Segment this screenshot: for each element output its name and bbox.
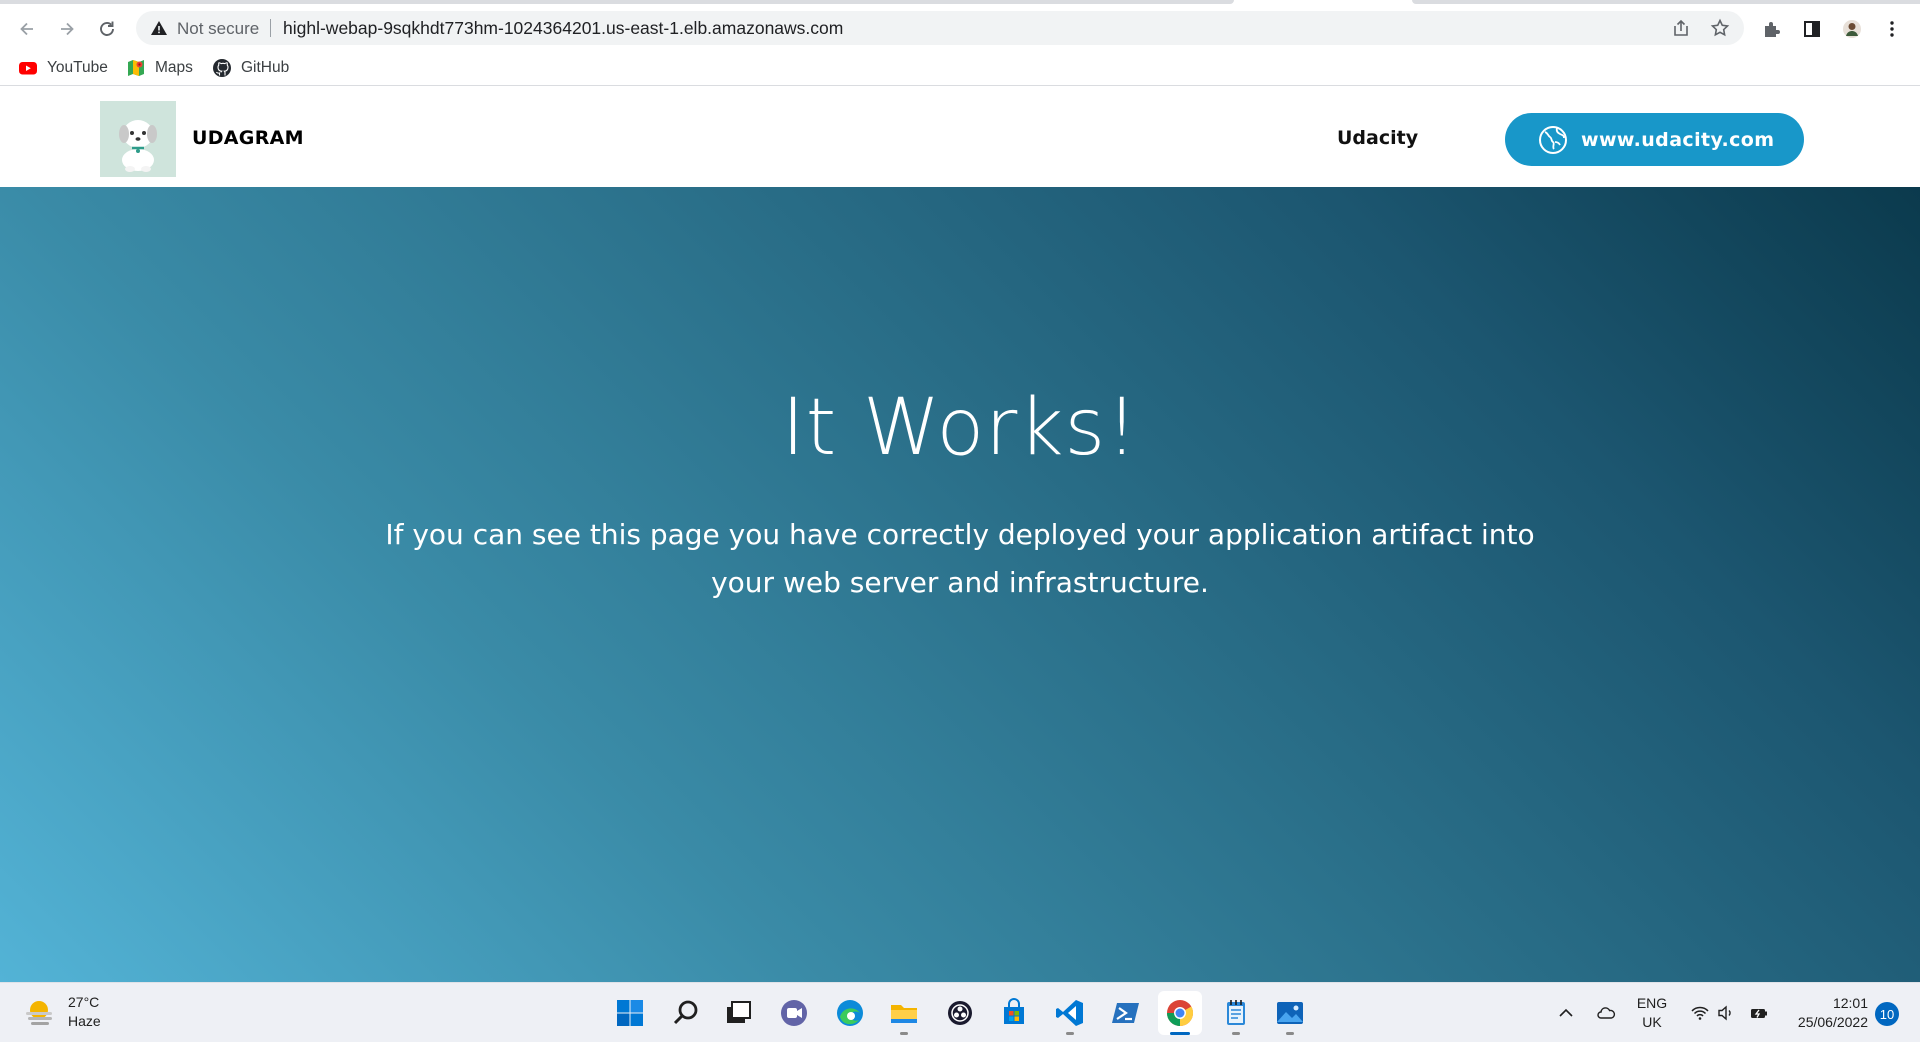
site-logo[interactable] [100,101,176,177]
powershell-icon [1112,1003,1139,1023]
teams-chat-icon [781,1000,807,1026]
wifi-icon [1691,1006,1709,1020]
side-panel-button[interactable] [1797,14,1827,44]
nav-link-udacity[interactable]: Udacity [1337,127,1418,149]
taskbar-app-powershell[interactable] [1104,991,1148,1035]
chrome-icon [1166,1000,1194,1027]
globe-icon [1539,125,1567,154]
show-hidden-icons-button[interactable] [1554,983,1578,1042]
vscode-icon [1056,1000,1083,1026]
notepad-icon [1227,1000,1245,1025]
profile-button[interactable] [1837,14,1867,44]
clock-time: 12:01 [1832,995,1868,1011]
reload-button[interactable] [92,14,122,44]
windows-taskbar: 27°C Haze ENG UK 12:01 25/06/2022 10 [0,982,1920,1042]
share-icon[interactable] [1671,18,1691,38]
more-vertical-icon [1890,21,1894,37]
language-code: ENG [1636,995,1668,1011]
weather-widget[interactable]: 27°C Haze [22,993,101,1031]
wifi-tray[interactable] [1688,983,1712,1042]
puppy-logo-icon [119,120,157,172]
language-indicator[interactable]: ENG UK [1632,983,1672,1042]
taskbar-app-edge[interactable] [828,991,872,1035]
github-icon [213,59,231,77]
bookmark-label: GitHub [241,59,290,76]
site-header: UDAGRAM Udacity www.udacity.com [0,91,1920,187]
running-indicator [900,1032,908,1035]
taskbar-app-vscode[interactable] [1048,991,1092,1035]
bookmark-maps[interactable]: Maps [126,57,193,79]
running-indicator [1066,1032,1074,1035]
bookmark-youtube[interactable]: YouTube [18,57,108,79]
side-panel-icon [1804,21,1820,37]
task-view-icon [727,1001,751,1023]
obs-icon [948,1001,972,1025]
keyboard-region: UK [1642,1014,1662,1030]
tab-edge-right [1412,0,1920,4]
bookmark-label: YouTube [47,59,108,76]
browser-toolbar: Not secure highl-webap-9sqkhdt773hm-1024… [0,8,1920,48]
taskbar-app-obs[interactable] [938,991,982,1035]
photos-icon [1277,1002,1303,1024]
hero-description: If you can see this page you have correc… [385,518,1535,599]
arrow-right-icon [61,22,74,36]
clock-date: 25/06/2022 [1797,1014,1868,1030]
taskbar-app-file-explorer[interactable] [882,991,926,1035]
puzzle-icon [1765,22,1780,37]
store-icon [1004,998,1024,1024]
edge-icon [837,1000,863,1026]
brand-name[interactable]: UDAGRAM [192,127,304,149]
bookmark-star-icon[interactable] [1710,18,1730,38]
onedrive-tray[interactable] [1592,983,1620,1042]
system-clock[interactable]: 12:01 25/06/2022 [1780,994,1868,1032]
warning-icon [151,21,167,35]
cloud-icon [1597,1007,1616,1019]
forward-button[interactable] [52,14,82,44]
bookmark-github[interactable]: GitHub [212,57,289,79]
weather-temperature: 27°C [68,994,100,1010]
chevron-up-icon [1559,1008,1573,1017]
active-indicator [1170,1032,1190,1035]
taskbar-search[interactable] [664,991,708,1035]
volume-tray[interactable] [1714,983,1738,1042]
notification-count-badge[interactable]: 10 [1875,1002,1899,1026]
taskbar-app-chrome[interactable] [1158,991,1202,1035]
youtube-icon [19,62,37,75]
bookmarks-bar: YouTube Maps GitHub [0,50,1920,86]
battery-tray[interactable] [1746,983,1772,1042]
search-icon [673,1000,698,1025]
hero-section: It Works! If you can see this page you h… [0,187,1920,982]
address-bar[interactable]: Not secure highl-webap-9sqkhdt773hm-1024… [136,11,1744,45]
taskbar-app-notepad[interactable] [1214,991,1258,1035]
folder-icon [891,1005,917,1023]
taskbar-app-store[interactable] [992,991,1036,1035]
back-button[interactable] [12,14,42,44]
taskbar-app-teams-chat[interactable] [772,991,816,1035]
udacity-website-button[interactable]: www.udacity.com [1505,113,1804,166]
windows-start-icon [617,1000,643,1026]
weather-haze-icon [26,1001,52,1025]
running-indicator [1286,1032,1294,1035]
battery-charging-icon [1751,1009,1767,1018]
weather-description: Haze [68,1013,101,1029]
bookmark-label: Maps [155,59,193,76]
url-text[interactable]: highl-webap-9sqkhdt773hm-1024364201.us-e… [283,18,843,39]
omnibox-divider [270,19,271,37]
taskbar-app-photos[interactable] [1268,991,1312,1035]
maps-icon [128,60,144,76]
running-indicator [1232,1032,1240,1035]
task-view-button[interactable] [716,991,760,1035]
hero-title: It Works! [781,383,1139,473]
avatar [1843,20,1861,38]
arrow-left-icon [20,22,33,36]
security-label[interactable]: Not secure [177,19,259,39]
tab-edge-left [0,0,1234,4]
speaker-icon [1718,1005,1731,1021]
extensions-button[interactable] [1757,14,1787,44]
cta-label: www.udacity.com [1581,128,1775,151]
reload-icon [100,21,114,36]
start-button[interactable] [608,991,652,1035]
menu-button[interactable] [1877,14,1907,44]
